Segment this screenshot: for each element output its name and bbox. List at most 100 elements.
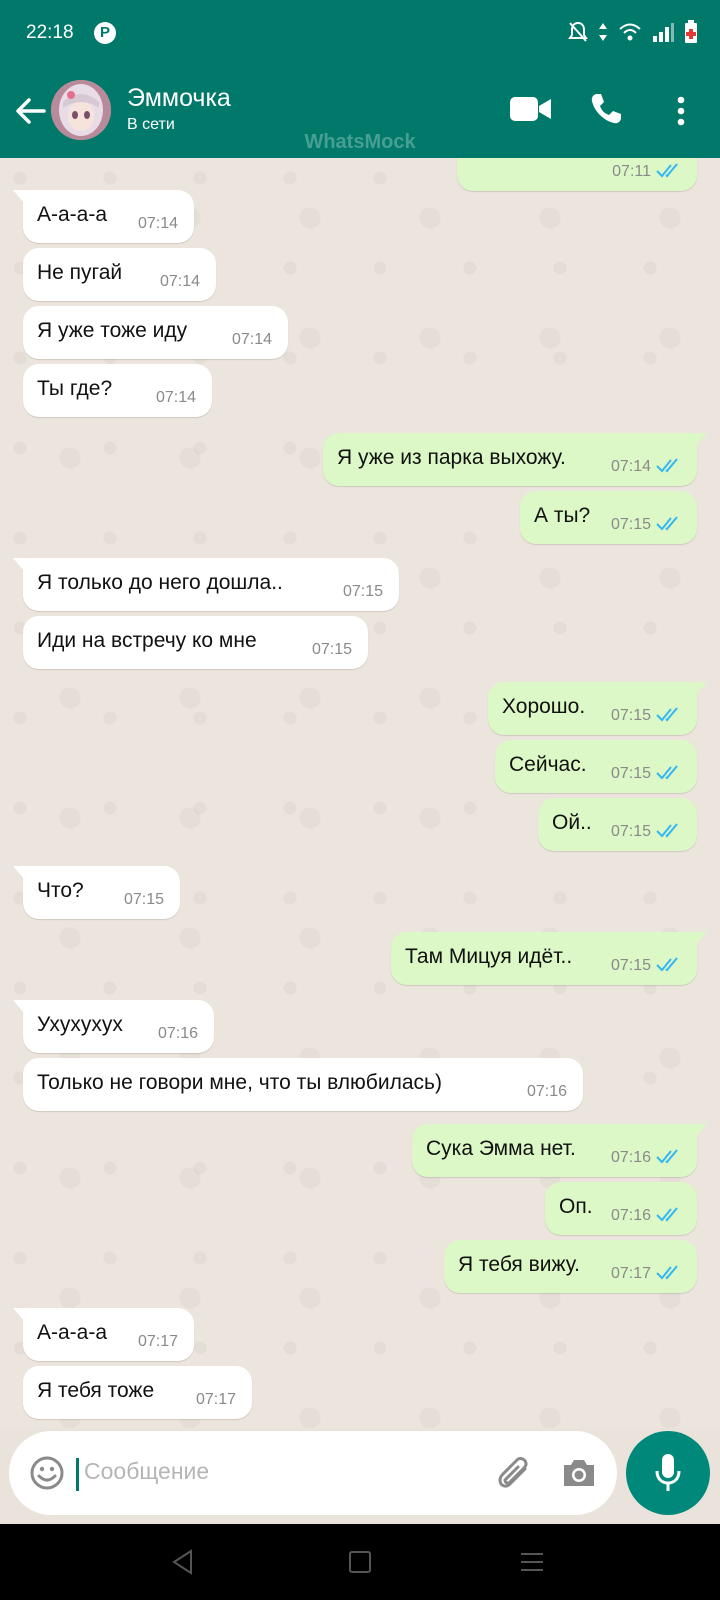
- message-time: 07:14: [159, 273, 200, 290]
- signal-icon: [653, 23, 674, 42]
- video-call-icon[interactable]: [510, 96, 552, 122]
- wifi-icon: [619, 23, 641, 41]
- read-ticks-icon: [656, 765, 678, 780]
- message-text: Я тебя тоже: [37, 1379, 155, 1402]
- message-text: Сука Эмма нет.: [426, 1137, 576, 1160]
- message-text: Я уже из парка выхожу.: [337, 446, 566, 469]
- back-arrow-icon[interactable]: [14, 94, 48, 128]
- nav-back-icon[interactable]: [171, 1549, 195, 1575]
- message-time: 07:14: [231, 331, 272, 348]
- message-text: Я только до него дошла..: [37, 571, 283, 594]
- message-time: 07:16: [157, 1025, 198, 1042]
- message-time: 07:16: [610, 1207, 651, 1224]
- message-time: 07:17: [195, 1391, 236, 1408]
- message-text: Сейчас.: [509, 753, 587, 776]
- message-outgoing[interactable]: Сука Эмма нет. 07:16: [412, 1124, 707, 1177]
- paperclip-icon[interactable]: [495, 1455, 533, 1493]
- message-time: 07:15: [123, 891, 164, 908]
- message-incoming[interactable]: А-а-а-а 07:14: [13, 190, 194, 243]
- message-text: А-а-а-а: [37, 1321, 108, 1344]
- chat-area[interactable]: 07:11 А-а-а-а 07:14 Не пугай 07:14 Я уже…: [0, 158, 720, 1428]
- read-ticks-icon: [656, 458, 678, 473]
- message-input[interactable]: Сообщение: [84, 1458, 209, 1485]
- phone-icon[interactable]: [589, 92, 623, 126]
- message-text: Ухухухух: [37, 1013, 123, 1036]
- read-ticks-icon: [656, 1207, 678, 1222]
- message-incoming[interactable]: Я уже тоже иду 07:14: [23, 306, 288, 359]
- message-text: Я уже тоже иду: [37, 319, 188, 342]
- message-time: 07:14: [155, 389, 196, 406]
- read-ticks-icon: [656, 516, 678, 531]
- message-time: 07:17: [610, 1265, 651, 1282]
- message-incoming[interactable]: Ухухухух 07:16: [13, 1000, 214, 1053]
- message-incoming[interactable]: Что? 07:15: [13, 866, 180, 919]
- message-outgoing[interactable]: Я тебя вижу. 07:17: [444, 1240, 697, 1293]
- message-text: Не пугай: [37, 261, 123, 284]
- message-text: Я тебя вижу.: [458, 1253, 581, 1276]
- system-nav-bar: [0, 1524, 720, 1600]
- message-text: Хорошо.: [502, 695, 586, 718]
- message-text: А ты?: [534, 504, 591, 527]
- message-time: 07:11: [612, 163, 651, 180]
- message-outgoing[interactable]: Сейчас. 07:15: [495, 740, 697, 793]
- message-text: Там Мицуя идёт..: [405, 945, 573, 968]
- message-text: Только не говори мне, что ты влюбилась): [37, 1071, 442, 1094]
- message-incoming[interactable]: Ты где? 07:14: [23, 364, 212, 417]
- read-ticks-icon: [656, 823, 678, 838]
- message-time: 07:17: [137, 1333, 178, 1350]
- message-incoming[interactable]: Иди на встречу ко мне 07:15: [23, 616, 368, 669]
- message-time: 07:15: [610, 707, 651, 724]
- message-incoming[interactable]: Я тебя тоже 07:17: [23, 1366, 252, 1419]
- message-incoming[interactable]: Не пугай 07:14: [23, 248, 216, 301]
- message-time: 07:14: [610, 458, 651, 475]
- read-ticks-icon: [656, 1149, 678, 1164]
- status-time: 22:18: [26, 22, 74, 43]
- message-outgoing[interactable]: Хорошо. 07:15: [488, 682, 707, 735]
- mic-button[interactable]: [626, 1431, 710, 1515]
- message-outgoing[interactable]: Оп. 07:16: [545, 1182, 697, 1235]
- message-time: 07:15: [610, 765, 651, 782]
- message-time: 07:15: [610, 957, 651, 974]
- read-ticks-icon: [656, 163, 678, 178]
- message-incoming[interactable]: Я только до него дошла.. 07:15: [13, 558, 399, 611]
- watermark: WhatsMock: [304, 131, 416, 153]
- nav-home-icon[interactable]: [349, 1551, 371, 1573]
- message-text: Оп.: [559, 1195, 593, 1218]
- read-ticks-icon: [656, 707, 678, 722]
- message-incoming[interactable]: А-а-а-а 07:17: [13, 1308, 194, 1361]
- message-time: 07:15: [311, 641, 352, 658]
- mic-icon: [655, 1454, 681, 1491]
- message-text: Ты где?: [37, 377, 113, 400]
- pinterest-icon: P: [94, 22, 116, 44]
- message-outgoing[interactable]: Я уже из парка выхожу. 07:14: [323, 433, 707, 486]
- text-caret: [76, 1458, 79, 1491]
- message-incoming[interactable]: Только не говори мне, что ты влюбилась) …: [23, 1058, 583, 1111]
- status-icons: [568, 20, 698, 44]
- message-text: Что?: [37, 879, 84, 902]
- message-composer: Сообщение: [9, 1431, 617, 1515]
- more-vert-icon[interactable]: [676, 96, 686, 126]
- data-arrows-icon: [599, 23, 607, 41]
- status-bar: 22:18 P: [0, 0, 720, 70]
- message-time: 07:16: [610, 1149, 651, 1166]
- message-time: 07:15: [610, 823, 651, 840]
- message-outgoing[interactable]: 07:11: [457, 158, 697, 191]
- read-ticks-icon: [656, 1265, 678, 1280]
- message-outgoing[interactable]: Ой.. 07:15: [538, 798, 697, 851]
- battery-icon: [685, 20, 697, 43]
- message-outgoing[interactable]: Там Мицуя идёт.. 07:15: [391, 932, 707, 985]
- message-time: 07:15: [610, 516, 651, 533]
- message-text: Ой..: [552, 811, 592, 834]
- nav-recents-icon[interactable]: [520, 1551, 544, 1573]
- message-time: 07:15: [342, 583, 383, 600]
- message-outgoing[interactable]: А ты? 07:15: [520, 491, 697, 544]
- emoji-icon[interactable]: [29, 1455, 65, 1491]
- mute-bell-icon: [568, 21, 588, 42]
- contact-name[interactable]: Эммочка: [127, 84, 231, 113]
- message-time: 07:14: [137, 215, 178, 232]
- message-time: 07:16: [526, 1083, 567, 1100]
- camera-icon[interactable]: [561, 1457, 597, 1489]
- message-text: А-а-а-а: [37, 203, 108, 226]
- read-ticks-icon: [656, 957, 678, 972]
- message-text: Иди на встречу ко мне: [37, 629, 257, 652]
